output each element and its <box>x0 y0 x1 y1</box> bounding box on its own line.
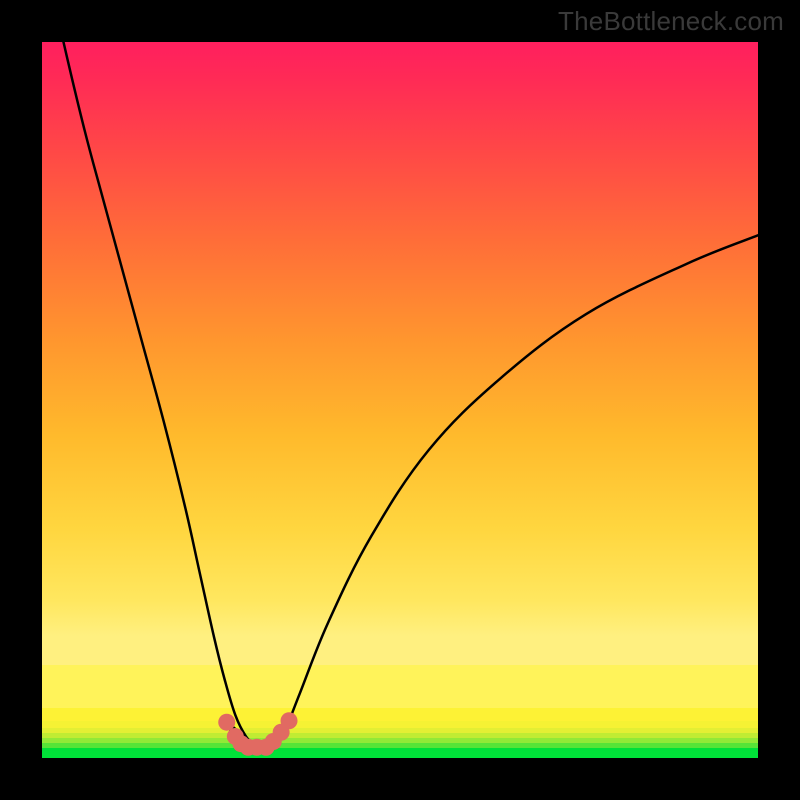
bottom-dots <box>218 712 297 755</box>
watermark-text: TheBottleneck.com <box>558 6 784 37</box>
marker-dot <box>218 714 235 731</box>
curve-line <box>63 42 758 748</box>
plot-area <box>42 42 758 758</box>
marker-dot <box>281 712 298 729</box>
outer-frame: TheBottleneck.com <box>0 0 800 800</box>
curve-svg <box>42 42 758 758</box>
